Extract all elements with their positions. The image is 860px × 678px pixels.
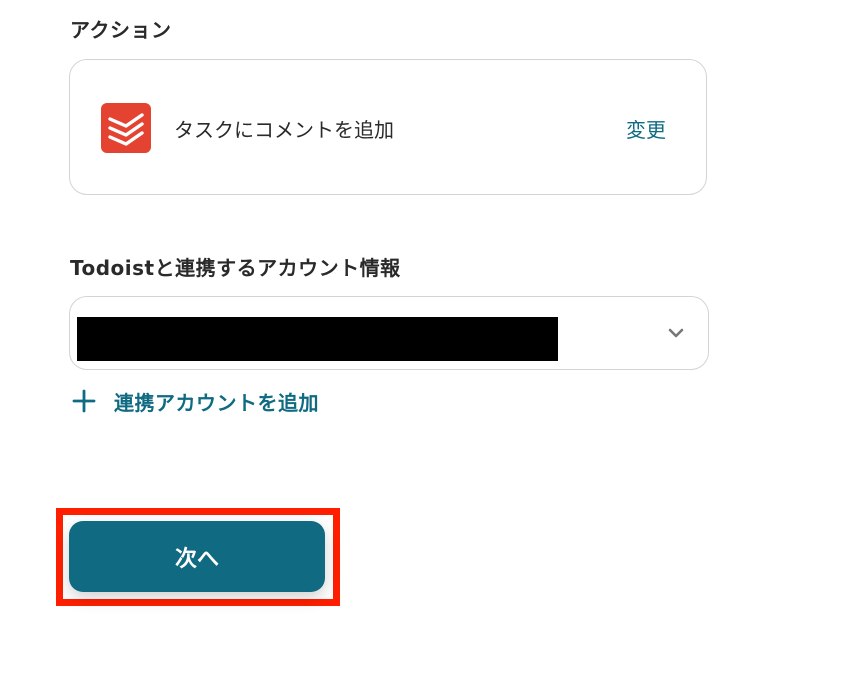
chevron-down-icon — [668, 328, 684, 338]
plus-icon — [72, 389, 96, 413]
redacted-account-value — [77, 317, 558, 361]
add-account-label: 連携アカウントを追加 — [114, 390, 319, 415]
action-section-heading: アクション — [70, 18, 172, 42]
action-card: タスクにコメントを追加 変更 — [69, 59, 707, 195]
add-account-link[interactable]: 連携アカウントを追加 — [72, 386, 319, 416]
change-action-link[interactable]: 変更 — [626, 114, 666, 143]
account-section-heading: Todoistと連携するアカウント情報 — [70, 256, 401, 280]
next-button[interactable]: 次へ — [69, 521, 325, 592]
page: アクション タスクにコメントを追加 変更 Todoistと連携するアカウント情報… — [0, 0, 860, 678]
account-select[interactable] — [69, 296, 709, 370]
todoist-logo-icon — [101, 103, 151, 153]
action-name: タスクにコメントを追加 — [174, 118, 394, 142]
